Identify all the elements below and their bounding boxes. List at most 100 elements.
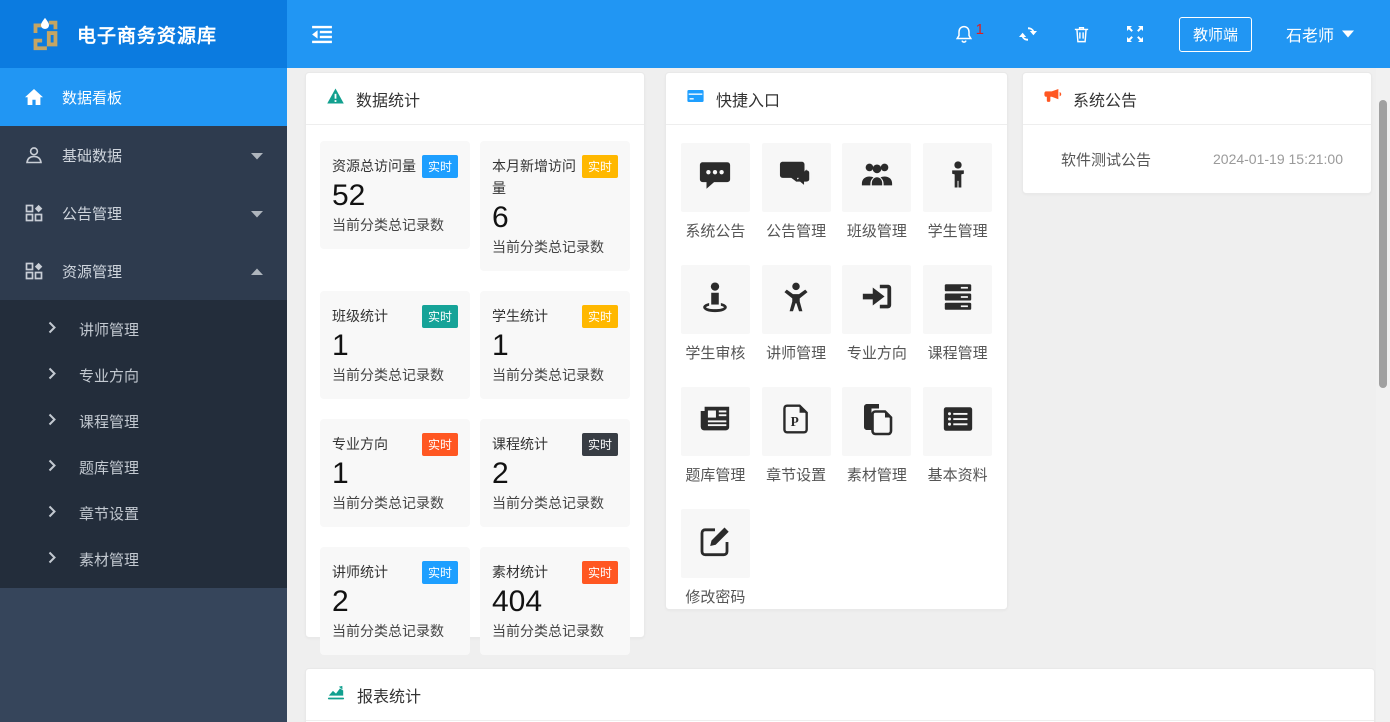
stat-title: 课程统计 [492,436,548,452]
submenu-item-label: 课程管理 [79,413,140,431]
quick-entry-grid: 系统公告 公告管理 班级管理 学生管理 学生审核 讲师管理 专业方向 课程管理 … [666,125,1007,625]
realtime-badge: 实时 [581,561,618,584]
comment-dots-icon [696,158,734,197]
stat-value: 1 [492,329,509,362]
realtime-badge: 实时 [421,305,458,328]
teacher-portal-button[interactable]: 教师端 [1178,16,1252,52]
fullscreen-icon[interactable] [1125,24,1145,44]
stat-caption: 当前分类总记录数 [492,367,604,383]
refresh-icon[interactable] [1018,24,1038,44]
warning-triangle-icon [326,87,345,110]
quick-entry-label: 公告管理 [766,223,827,240]
stat-caption: 当前分类总记录数 [492,495,604,511]
chevron-up-icon [251,263,263,280]
quick-entry-class-mgmt[interactable]: 班级管理 [842,143,913,241]
sidebar-item-announce-mgmt[interactable]: 公告管理 [0,184,287,242]
panel-report-stats: 报表统计 [305,668,1375,722]
submenu-item-course-mgmt[interactable]: 课程管理 [0,398,287,444]
panel-title: 数据统计 [356,92,421,110]
stat-card-course-count: 实时 课程统计 2 当前分类总记录数 [480,419,630,527]
quick-entry-label: 基本资料 [927,467,988,484]
quick-entry-major-direction[interactable]: 专业方向 [842,265,913,363]
submenu-item-question-bank[interactable]: 题库管理 [0,444,287,490]
quick-entry-label: 专业方向 [846,345,907,362]
newspaper-icon [696,402,734,441]
app-logo: 电子商务资源库 [0,0,287,68]
sidebar-item-basic-data[interactable]: 基础数据 [0,126,287,184]
line-chart-icon [326,683,346,706]
quick-entry-lecturer-mgmt[interactable]: 讲师管理 [761,265,832,363]
realtime-badge: 实时 [421,155,458,178]
vertical-scrollbar[interactable] [1376,68,1390,722]
quick-entry-change-password[interactable]: 修改密码 [680,509,751,607]
quick-entry-label: 章节设置 [766,467,827,484]
stat-caption: 当前分类总记录数 [332,217,444,233]
submenu-item-label: 专业方向 [79,367,140,385]
home-icon [24,87,44,107]
sidebar-item-resource-mgmt[interactable]: 资源管理 [0,242,287,300]
submenu-item-label: 素材管理 [79,551,140,569]
quick-entry-chapter-setup[interactable]: P 章节设置 [761,387,832,485]
chevron-right-icon [48,459,57,476]
quick-entry-system-announce[interactable]: 系统公告 [680,143,751,241]
realtime-badge: 实时 [421,433,458,456]
server-icon [939,280,977,319]
app-title: 电子商务资源库 [77,25,218,47]
menu-fold-icon[interactable] [311,23,333,45]
panel-header: 报表统计 [306,669,1374,721]
stat-title: 讲师统计 [332,564,388,580]
chevron-right-icon [48,505,57,522]
chevron-down-icon [251,205,263,222]
stat-card-major-count: 实时 专业方向 1 当前分类总记录数 [320,419,470,527]
stat-title: 资源总访问量 [332,158,416,174]
panel-title: 系统公告 [1073,92,1138,110]
stat-value: 52 [332,179,366,212]
sidebar-item-label: 数据看板 [62,89,123,107]
chevron-right-icon [48,551,57,568]
submenu-item-material-mgmt[interactable]: 素材管理 [0,536,287,582]
announcement-list: 软件测试公告 2024-01-19 15:21:00 [1023,125,1371,193]
stat-card-material-count: 实时 素材统计 404 当前分类总记录数 [480,547,630,655]
quick-entry-announce-mgmt[interactable]: 公告管理 [761,143,832,241]
realtime-badge: 实时 [581,305,618,328]
megaphone-icon [1043,87,1062,110]
announcement-item[interactable]: 软件测试公告 2024-01-19 15:21:00 [1043,125,1351,193]
sidebar-item-label: 基础数据 [62,147,123,165]
submenu-item-label: 讲师管理 [79,321,140,339]
submenu-item-lecturer-mgmt[interactable]: 讲师管理 [0,306,287,352]
sidebar-menu: 数据看板 基础数据 公告管理 资源管理 讲师管理 专业方向 课程管理 题库管理 … [0,68,287,588]
quick-entry-basic-info[interactable]: 基本资料 [922,387,993,485]
quick-entry-student-review[interactable]: 学生审核 [680,265,751,363]
stat-value: 6 [492,201,509,234]
stat-value: 2 [492,457,509,490]
quick-entry-student-mgmt[interactable]: 学生管理 [922,143,993,241]
edit-icon [697,523,733,564]
stat-value: 1 [332,457,349,490]
user-menu[interactable]: 石老师 [1286,22,1354,46]
grid-icon [24,261,44,281]
notification-bell-icon[interactable]: 1 [954,22,984,45]
trash-icon[interactable] [1072,24,1091,44]
quick-entry-course-mgmt[interactable]: 课程管理 [922,265,993,363]
panel-header: 系统公告 [1023,73,1371,125]
quick-entry-label: 修改密码 [685,589,746,606]
chevron-right-icon [48,367,57,384]
quick-entry-label: 班级管理 [846,223,907,240]
sidebar-submenu-resource: 讲师管理 专业方向 课程管理 题库管理 章节设置 素材管理 [0,300,287,588]
username: 石老师 [1285,28,1334,45]
panel-data-stats: 数据统计 实时 资源总访问量 52 当前分类总记录数 实时 本月新增访问量 6 … [305,72,645,655]
window-icon [686,87,705,110]
stat-title: 素材统计 [492,564,548,580]
quick-entry-label: 学生管理 [927,223,988,240]
quick-entry-question-bank[interactable]: 题库管理 [680,387,751,485]
submenu-item-major-direction[interactable]: 专业方向 [0,352,287,398]
sidebar-item-dashboard[interactable]: 数据看板 [0,68,287,126]
person-icon [943,158,973,197]
submenu-item-chapter-setup[interactable]: 章节设置 [0,490,287,536]
stat-caption: 当前分类总记录数 [332,495,444,511]
realtime-badge: 实时 [581,155,618,178]
stats-grid: 实时 资源总访问量 52 当前分类总记录数 实时 本月新增访问量 6 当前分类总… [306,125,644,671]
quick-entry-material-mgmt[interactable]: 素材管理 [842,387,913,485]
chevron-right-icon [48,413,57,430]
scrollbar-thumb[interactable] [1379,100,1387,388]
